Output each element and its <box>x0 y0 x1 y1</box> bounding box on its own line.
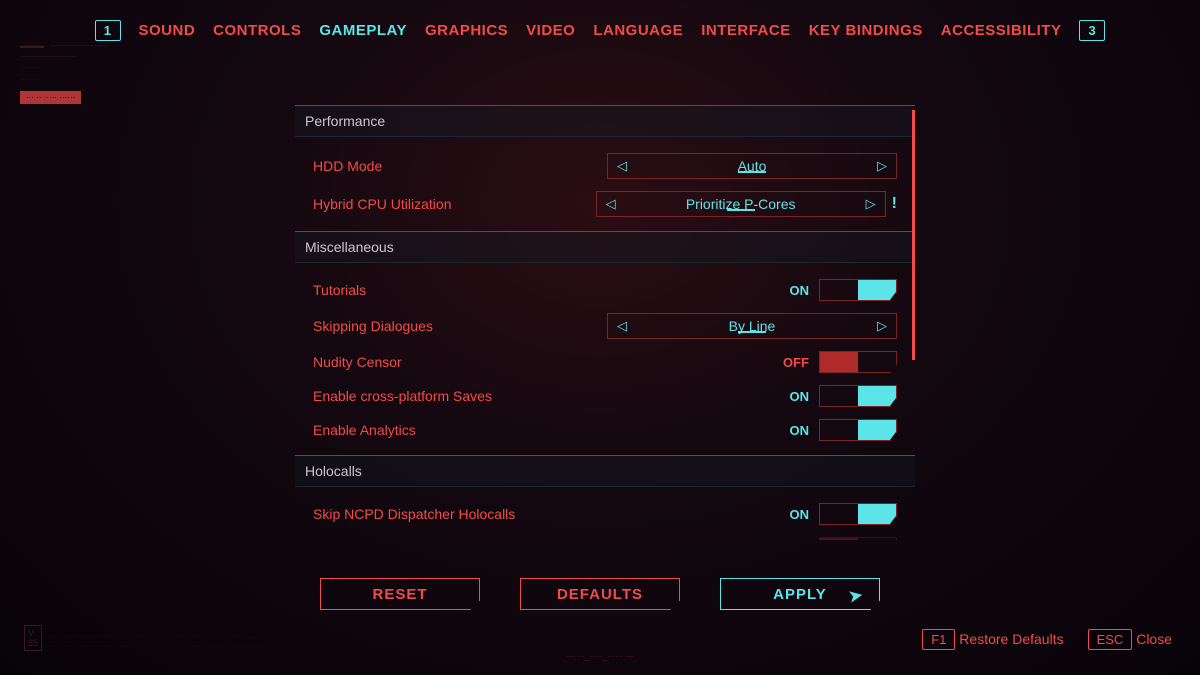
prev-tab-key[interactable]: 1 <box>95 20 121 41</box>
reset-button[interactable]: RESET <box>320 578 480 610</box>
skipping-label: Skipping Dialogues <box>313 318 433 334</box>
section-holocalls: Holocalls <box>295 455 915 487</box>
close-label: Close <box>1136 631 1172 647</box>
tab-language[interactable]: LANGUAGE <box>593 22 683 39</box>
row-tutorials: Tutorials ON <box>295 273 915 307</box>
tab-key-bindings[interactable]: KEY BINDINGS <box>809 22 923 39</box>
warning-icon: ! <box>892 195 897 213</box>
restore-defaults-key[interactable]: F1 <box>922 629 955 650</box>
hdd-mode-selector[interactable]: ◁ Auto ▷ <box>607 153 897 179</box>
footer-hints: F1 Restore Defaults ESC Close <box>922 631 1172 647</box>
row-skipping-dialogues: Skipping Dialogues ◁ By Line ▷ <box>295 307 915 345</box>
analytics-label: Enable Analytics <box>313 422 416 438</box>
hybrid-cpu-selector[interactable]: ◁ Prioritize P-Cores ▷ <box>596 191 886 217</box>
footer-buttons: RESET DEFAULTS APPLY ➤ <box>320 578 880 610</box>
row-nudity-censor: Nudity Censor OFF <box>295 345 915 379</box>
tab-graphics[interactable]: GRAPHICS <box>425 22 508 39</box>
section-misc: Miscellaneous <box>295 231 915 263</box>
analytics-state: ON <box>790 423 810 438</box>
cross-saves-label: Enable cross-platform Saves <box>313 388 492 404</box>
cursor-icon: ➤ <box>847 585 865 607</box>
row-analytics: Enable Analytics ON <box>295 413 915 447</box>
nudity-state: OFF <box>783 355 809 370</box>
tutorials-state: ON <box>790 283 810 298</box>
nudity-label: Nudity Censor <box>313 354 402 370</box>
decor-bottom-center: — ···_·····_······ — <box>567 652 634 661</box>
defaults-button[interactable]: DEFAULTS <box>520 578 680 610</box>
tab-gameplay[interactable]: GAMEPLAY <box>319 22 407 39</box>
tab-video[interactable]: VIDEO <box>526 22 575 39</box>
apply-button[interactable]: APPLY ➤ <box>720 578 880 610</box>
close-key[interactable]: ESC <box>1088 629 1133 650</box>
tab-controls[interactable]: CONTROLS <box>213 22 301 39</box>
top-tab-bar: 1 SOUND CONTROLS GAMEPLAY GRAPHICS VIDEO… <box>0 0 1200 51</box>
analytics-toggle[interactable] <box>819 419 897 441</box>
fixers-toggle[interactable] <box>819 537 897 540</box>
ncpd-state: ON <box>790 507 810 522</box>
next-tab-key[interactable]: 3 <box>1079 20 1105 41</box>
tutorials-toggle[interactable] <box>819 279 897 301</box>
row-hdd-mode: HDD Mode ◁ Auto ▷ <box>295 147 915 185</box>
cross-saves-state: ON <box>790 389 810 404</box>
cross-saves-toggle[interactable] <box>819 385 897 407</box>
hybrid-cpu-value: Prioritize P-Cores <box>625 196 857 212</box>
skipping-value: By Line <box>636 318 868 334</box>
arrow-left-icon[interactable]: ◁ <box>608 158 636 174</box>
restore-defaults-label: Restore Defaults <box>959 631 1063 647</box>
hybrid-cpu-label: Hybrid CPU Utilization <box>313 196 451 212</box>
scrollbar[interactable] <box>912 110 915 360</box>
arrow-right-icon[interactable]: ▷ <box>868 158 896 174</box>
decor-left: ▬▬▬ —————————————— ················ ··· … <box>20 40 107 104</box>
tab-sound[interactable]: SOUND <box>139 22 196 39</box>
decor-bottom-text: ········································… <box>40 634 440 651</box>
row-cross-saves: Enable cross-platform Saves ON <box>295 379 915 413</box>
nudity-toggle[interactable] <box>819 351 897 373</box>
ncpd-label: Skip NCPD Dispatcher Holocalls <box>313 506 515 522</box>
arrow-left-icon[interactable]: ◁ <box>608 318 636 334</box>
tutorials-label: Tutorials <box>313 282 366 298</box>
settings-panel: Performance HDD Mode ◁ Auto ▷ Hybrid CPU… <box>295 105 915 540</box>
row-ncpd-holocalls: Skip NCPD Dispatcher Holocalls ON <box>295 497 915 531</box>
row-hybrid-cpu: Hybrid CPU Utilization ◁ Prioritize P-Co… <box>295 185 915 223</box>
skipping-selector[interactable]: ◁ By Line ▷ <box>607 313 897 339</box>
arrow-right-icon[interactable]: ▷ <box>868 318 896 334</box>
arrow-left-icon[interactable]: ◁ <box>597 196 625 212</box>
hdd-mode-label: HDD Mode <box>313 158 382 174</box>
apply-button-label: APPLY <box>773 586 827 603</box>
hdd-mode-value: Auto <box>636 158 868 174</box>
tab-interface[interactable]: INTERFACE <box>701 22 791 39</box>
arrow-right-icon[interactable]: ▷ <box>857 196 885 212</box>
section-performance: Performance <box>295 105 915 137</box>
tab-accessibility[interactable]: ACCESSIBILITY <box>941 22 1062 39</box>
ncpd-toggle[interactable] <box>819 503 897 525</box>
row-fixers-holocalls: Skip Holocalls from Fixers OFF <box>295 531 915 540</box>
